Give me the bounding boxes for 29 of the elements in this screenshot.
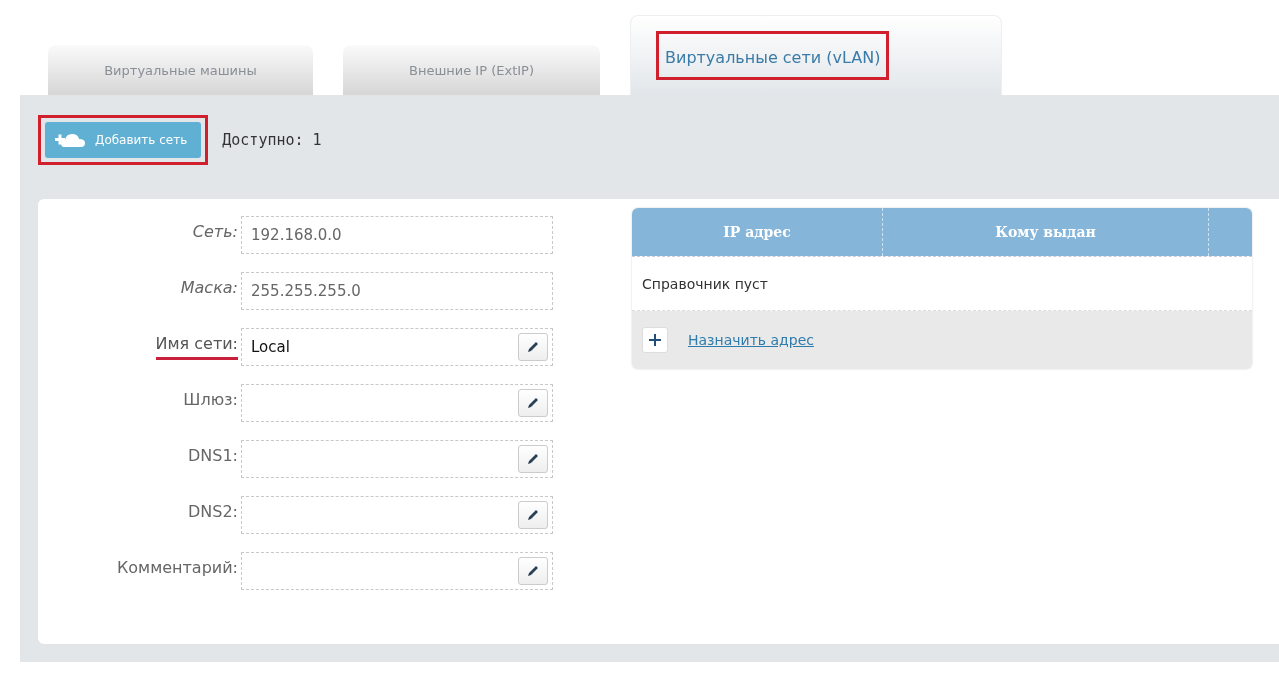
input-field[interactable]: 255.255.255.0	[241, 272, 553, 310]
field-label: Шлюз:	[183, 390, 238, 411]
add-network-button[interactable]: Добавить сеть	[45, 121, 202, 158]
tab[interactable]: Виртуальные машины	[48, 45, 313, 95]
field-label: Имя сети:	[155, 334, 238, 360]
plus-icon[interactable]	[642, 327, 668, 353]
input-field[interactable]	[241, 496, 553, 534]
available-count: Доступно: 1	[222, 130, 322, 149]
edit-pencil-icon[interactable]	[518, 389, 548, 417]
input-field[interactable]: 192.168.0.0	[241, 216, 553, 254]
empty-message: Справочник пуст	[642, 275, 768, 292]
column-header: IP адрес	[632, 208, 883, 256]
input-field[interactable]: Local	[241, 328, 553, 366]
assign-address-link[interactable]: Назначить адрес	[688, 332, 814, 348]
edit-pencil-icon[interactable]	[518, 501, 548, 529]
field-label: Сеть:	[192, 222, 238, 243]
edit-pencil-icon[interactable]	[518, 557, 548, 585]
input-field[interactable]	[241, 384, 553, 422]
tab[interactable]: Внешние IP (ExtIP)	[343, 45, 600, 95]
input-field[interactable]	[241, 440, 553, 478]
field-label: DNS1:	[188, 446, 238, 467]
column-header: Кому выдан	[883, 208, 1209, 256]
field-label: Комментарий:	[116, 558, 238, 579]
edit-pencil-icon[interactable]	[518, 445, 548, 473]
tab[interactable]: Виртуальные сети (vLAN)	[630, 15, 1002, 95]
field-label: DNS2:	[188, 502, 238, 523]
field-label: Маска:	[180, 278, 238, 299]
input-field[interactable]	[241, 552, 553, 590]
edit-pencil-icon[interactable]	[518, 333, 548, 361]
